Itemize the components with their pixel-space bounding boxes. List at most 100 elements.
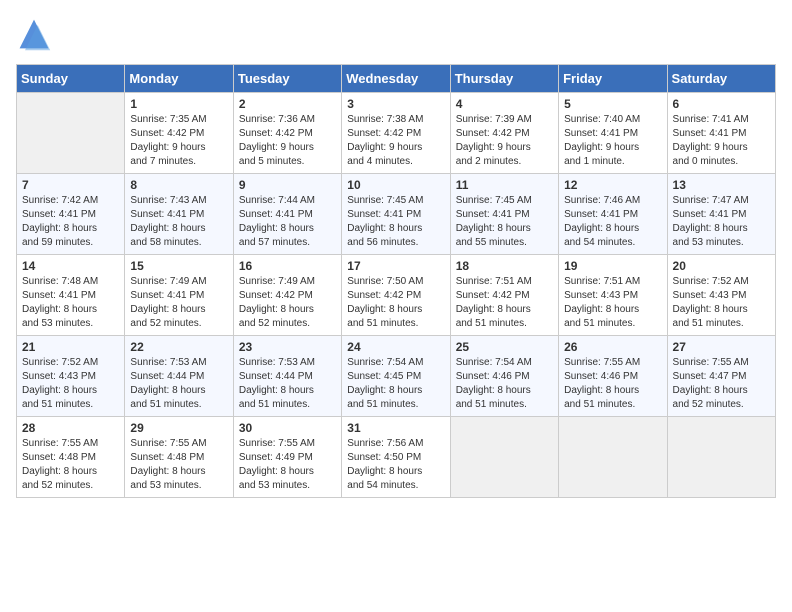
day-info: Sunrise: 7:52 AMSunset: 4:43 PMDaylight:…	[22, 356, 119, 412]
day-info: Sunrise: 7:49 AMSunset: 4:41 PMDaylight:…	[130, 275, 227, 331]
day-header-friday: Friday	[559, 65, 667, 93]
day-info: Sunrise: 7:40 AMSunset: 4:41 PMDaylight:…	[564, 113, 661, 169]
day-header-monday: Monday	[125, 65, 233, 93]
day-number: 31	[347, 421, 444, 435]
day-info: Sunrise: 7:39 AMSunset: 4:42 PMDaylight:…	[456, 113, 553, 169]
day-header-sunday: Sunday	[17, 65, 125, 93]
day-info: Sunrise: 7:55 AMSunset: 4:48 PMDaylight:…	[22, 437, 119, 493]
calendar-week-4: 21 Sunrise: 7:52 AMSunset: 4:43 PMDayligh…	[17, 336, 776, 417]
day-number: 9	[239, 178, 336, 192]
day-info: Sunrise: 7:51 AMSunset: 4:43 PMDaylight:…	[564, 275, 661, 331]
day-number: 23	[239, 340, 336, 354]
day-number: 24	[347, 340, 444, 354]
day-info: Sunrise: 7:55 AMSunset: 4:48 PMDaylight:…	[130, 437, 227, 493]
day-info: Sunrise: 7:55 AMSunset: 4:47 PMDaylight:…	[673, 356, 770, 412]
page-header	[16, 16, 776, 52]
day-number: 22	[130, 340, 227, 354]
calendar-cell: 11 Sunrise: 7:45 AMSunset: 4:41 PMDayligh…	[450, 174, 558, 255]
day-number: 7	[22, 178, 119, 192]
calendar-cell: 15Sunrise: 7:49 AMSunset: 4:41 PMDayligh…	[125, 255, 233, 336]
day-number: 27	[673, 340, 770, 354]
day-info: Sunrise: 7:56 AMSunset: 4:50 PMDaylight:…	[347, 437, 444, 493]
day-number: 28	[22, 421, 119, 435]
calendar-cell: 20 Sunrise: 7:52 AMSunset: 4:43 PMDayligh…	[667, 255, 775, 336]
day-info: Sunrise: 7:47 AMSunset: 4:41 PMDaylight:…	[673, 194, 770, 250]
calendar-week-3: 14 Sunrise: 7:48 AMSunset: 4:41 PMDayligh…	[17, 255, 776, 336]
day-number: 12	[564, 178, 661, 192]
calendar-cell: 14 Sunrise: 7:48 AMSunset: 4:41 PMDayligh…	[17, 255, 125, 336]
calendar-cell: 25 Sunrise: 7:54 AMSunset: 4:46 PMDayligh…	[450, 336, 558, 417]
day-number: 4	[456, 97, 553, 111]
logo-icon	[16, 16, 52, 52]
day-header-thursday: Thursday	[450, 65, 558, 93]
day-number: 29	[130, 421, 227, 435]
calendar-cell: 10Sunrise: 7:45 AMSunset: 4:41 PMDayligh…	[342, 174, 450, 255]
calendar-cell: 12 Sunrise: 7:46 AMSunset: 4:41 PMDayligh…	[559, 174, 667, 255]
day-info: Sunrise: 7:55 AMSunset: 4:46 PMDaylight:…	[564, 356, 661, 412]
calendar-cell	[559, 417, 667, 498]
day-info: Sunrise: 7:36 AMSunset: 4:42 PMDaylight:…	[239, 113, 336, 169]
day-header-wednesday: Wednesday	[342, 65, 450, 93]
day-number: 20	[673, 259, 770, 273]
day-number: 19	[564, 259, 661, 273]
day-number: 11	[456, 178, 553, 192]
calendar-week-5: 28 Sunrise: 7:55 AMSunset: 4:48 PMDayligh…	[17, 417, 776, 498]
day-number: 2	[239, 97, 336, 111]
day-number: 26	[564, 340, 661, 354]
day-info: Sunrise: 7:53 AMSunset: 4:44 PMDaylight:…	[130, 356, 227, 412]
calendar-cell: 23 Sunrise: 7:53 AMSunset: 4:44 PMDayligh…	[233, 336, 341, 417]
day-info: Sunrise: 7:54 AMSunset: 4:46 PMDaylight:…	[456, 356, 553, 412]
calendar-cell: 8 Sunrise: 7:43 AMSunset: 4:41 PMDaylight…	[125, 174, 233, 255]
day-info: Sunrise: 7:48 AMSunset: 4:41 PMDaylight:…	[22, 275, 119, 331]
day-number: 6	[673, 97, 770, 111]
day-number: 18	[456, 259, 553, 273]
calendar-header-row: SundayMondayTuesdayWednesdayThursdayFrid…	[17, 65, 776, 93]
day-number: 3	[347, 97, 444, 111]
logo	[16, 16, 56, 52]
calendar-cell: 19 Sunrise: 7:51 AMSunset: 4:43 PMDayligh…	[559, 255, 667, 336]
calendar-cell: 29 Sunrise: 7:55 AMSunset: 4:48 PMDayligh…	[125, 417, 233, 498]
calendar-cell: 7 Sunrise: 7:42 AMSunset: 4:41 PMDaylight…	[17, 174, 125, 255]
day-info: Sunrise: 7:52 AMSunset: 4:43 PMDaylight:…	[673, 275, 770, 331]
day-info: Sunrise: 7:45 AMSunset: 4:41 PMDaylight:…	[456, 194, 553, 250]
day-info: Sunrise: 7:51 AMSunset: 4:42 PMDaylight:…	[456, 275, 553, 331]
day-info: Sunrise: 7:38 AMSunset: 4:42 PMDaylight:…	[347, 113, 444, 169]
calendar-cell: 28 Sunrise: 7:55 AMSunset: 4:48 PMDayligh…	[17, 417, 125, 498]
calendar-cell: 27 Sunrise: 7:55 AMSunset: 4:47 PMDayligh…	[667, 336, 775, 417]
day-number: 21	[22, 340, 119, 354]
day-info: Sunrise: 7:43 AMSunset: 4:41 PMDaylight:…	[130, 194, 227, 250]
calendar-cell: 4 Sunrise: 7:39 AMSunset: 4:42 PMDaylight…	[450, 93, 558, 174]
calendar-cell	[450, 417, 558, 498]
calendar-cell: 1Sunrise: 7:35 AMSunset: 4:42 PMDaylight…	[125, 93, 233, 174]
day-info: Sunrise: 7:50 AMSunset: 4:42 PMDaylight:…	[347, 275, 444, 331]
day-number: 10	[347, 178, 444, 192]
day-info: Sunrise: 7:53 AMSunset: 4:44 PMDaylight:…	[239, 356, 336, 412]
day-info: Sunrise: 7:46 AMSunset: 4:41 PMDaylight:…	[564, 194, 661, 250]
day-number: 1	[130, 97, 227, 111]
calendar-week-1: 1Sunrise: 7:35 AMSunset: 4:42 PMDaylight…	[17, 93, 776, 174]
day-number: 8	[130, 178, 227, 192]
calendar-cell: 9 Sunrise: 7:44 AMSunset: 4:41 PMDaylight…	[233, 174, 341, 255]
day-number: 14	[22, 259, 119, 273]
calendar-table: SundayMondayTuesdayWednesdayThursdayFrid…	[16, 64, 776, 498]
day-number: 16	[239, 259, 336, 273]
calendar-cell: 16 Sunrise: 7:49 AMSunset: 4:42 PMDayligh…	[233, 255, 341, 336]
calendar-cell: 17Sunrise: 7:50 AMSunset: 4:42 PMDayligh…	[342, 255, 450, 336]
day-info: Sunrise: 7:55 AMSunset: 4:49 PMDaylight:…	[239, 437, 336, 493]
calendar-cell: 13 Sunrise: 7:47 AMSunset: 4:41 PMDayligh…	[667, 174, 775, 255]
day-number: 13	[673, 178, 770, 192]
calendar-cell	[17, 93, 125, 174]
day-info: Sunrise: 7:49 AMSunset: 4:42 PMDaylight:…	[239, 275, 336, 331]
day-header-tuesday: Tuesday	[233, 65, 341, 93]
calendar-week-2: 7 Sunrise: 7:42 AMSunset: 4:41 PMDaylight…	[17, 174, 776, 255]
day-header-saturday: Saturday	[667, 65, 775, 93]
day-info: Sunrise: 7:41 AMSunset: 4:41 PMDaylight:…	[673, 113, 770, 169]
day-number: 25	[456, 340, 553, 354]
calendar-cell: 6 Sunrise: 7:41 AMSunset: 4:41 PMDaylight…	[667, 93, 775, 174]
day-info: Sunrise: 7:42 AMSunset: 4:41 PMDaylight:…	[22, 194, 119, 250]
day-number: 5	[564, 97, 661, 111]
calendar-cell: 2 Sunrise: 7:36 AMSunset: 4:42 PMDaylight…	[233, 93, 341, 174]
calendar-cell: 24Sunrise: 7:54 AMSunset: 4:45 PMDayligh…	[342, 336, 450, 417]
day-info: Sunrise: 7:44 AMSunset: 4:41 PMDaylight:…	[239, 194, 336, 250]
calendar-cell: 18 Sunrise: 7:51 AMSunset: 4:42 PMDayligh…	[450, 255, 558, 336]
